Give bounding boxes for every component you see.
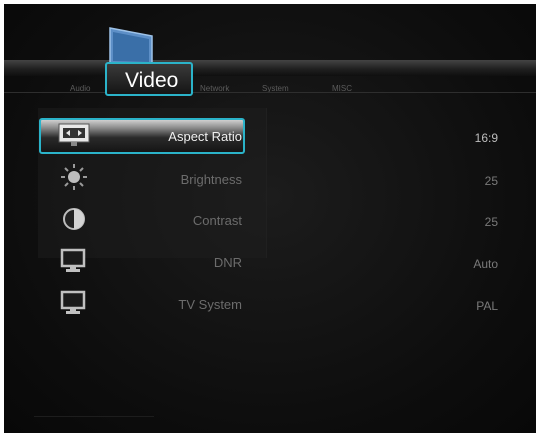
monitor-icon <box>60 290 86 314</box>
dnr-label[interactable]: DNR <box>214 255 242 270</box>
brightness-label[interactable]: Brightness <box>181 172 242 187</box>
tv-system-value[interactable]: PAL <box>476 299 498 313</box>
settings-screen: Audio Network System MISC Video Aspect R… <box>4 4 536 433</box>
bottom-divider <box>34 416 154 417</box>
contrast-label[interactable]: Contrast <box>193 213 242 228</box>
sun-icon <box>61 164 87 190</box>
dnr-value[interactable]: Auto <box>473 257 498 271</box>
aspect-ratio-value[interactable]: 16:9 <box>475 131 498 145</box>
tab-video[interactable]: Video <box>105 62 193 96</box>
tv-system-label[interactable]: TV System <box>178 297 242 312</box>
tab-video-label: Video <box>125 69 179 92</box>
brightness-value[interactable]: 25 <box>485 174 498 188</box>
contrast-icon <box>63 208 85 230</box>
aspect-ratio-label[interactable]: Aspect Ratio <box>168 129 242 144</box>
top-bar <box>4 60 536 76</box>
monitor-icon <box>60 248 86 272</box>
tabs-divider <box>4 92 536 93</box>
aspect-ratio-icon <box>58 123 90 146</box>
contrast-value[interactable]: 25 <box>485 215 498 229</box>
